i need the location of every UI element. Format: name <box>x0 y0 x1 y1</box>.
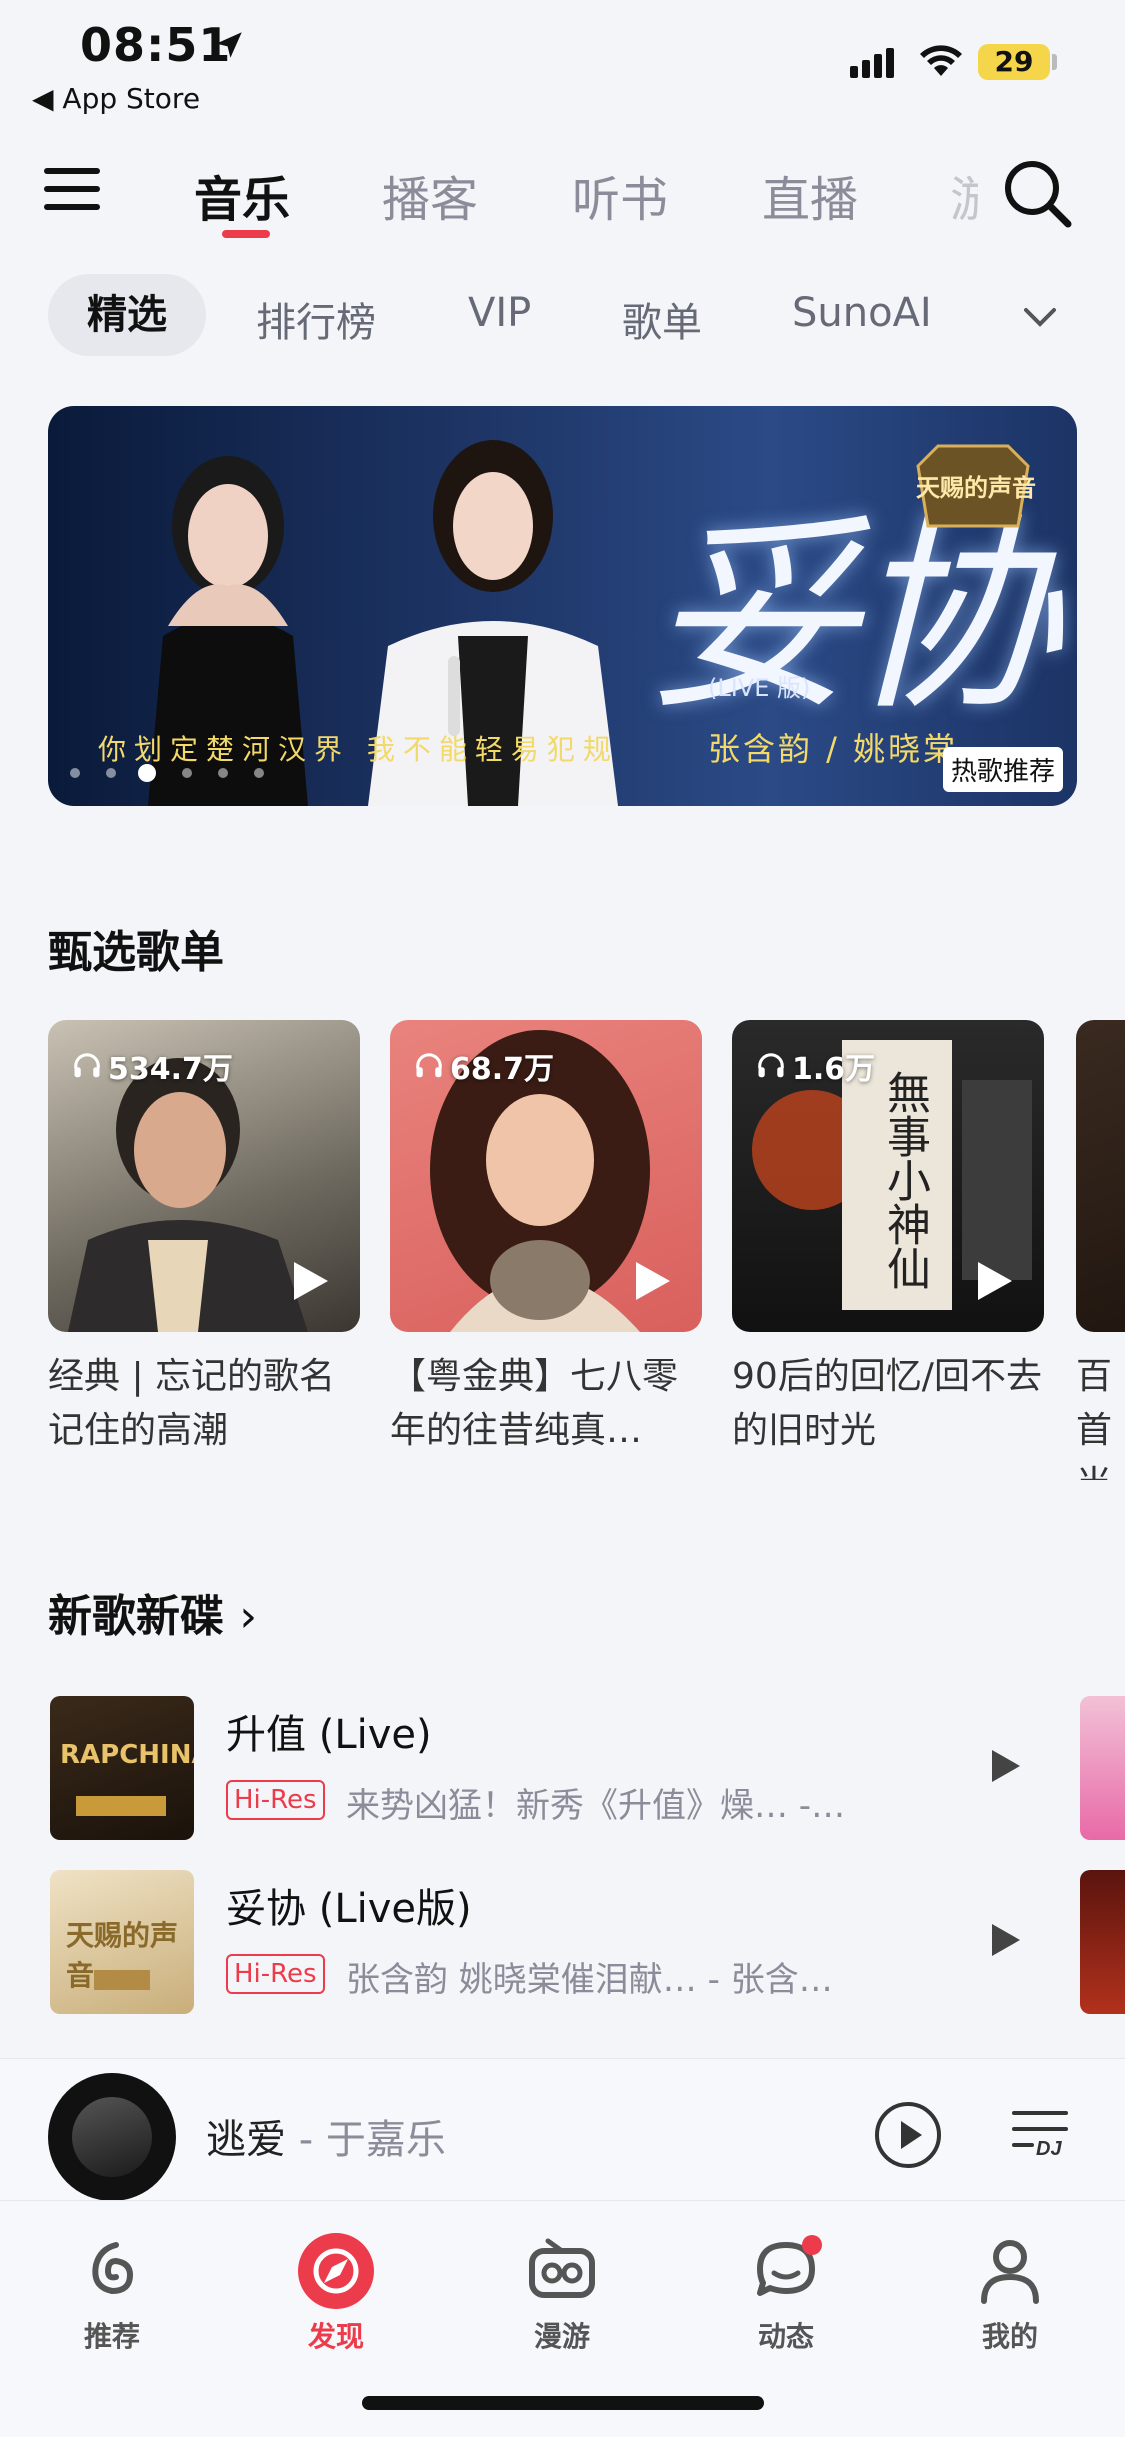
cover-strip <box>94 1970 150 1990</box>
song-cover: 天赐的声音 <box>50 1870 194 2014</box>
status-time: 08:51 <box>80 18 232 72</box>
hires-badge: Hi-Res <box>226 1954 325 1994</box>
playlist-cover: 68.7万 <box>390 1020 702 1332</box>
playlist-title: 90后的回忆/回不去的旧时光 <box>732 1356 1042 1451</box>
section-title-new-songs[interactable]: 新歌新碟 › <box>48 1580 257 1644</box>
search-icon[interactable] <box>1000 156 1074 230</box>
song-title: 升值 (Live) <box>226 1712 432 1758</box>
nav-label: 我的 <box>981 2320 1038 2353</box>
tab-games-partial[interactable]: 游 <box>950 160 978 230</box>
nav-discover[interactable]: 发现 <box>266 2231 406 2355</box>
banner-lyrics: 你划定楚河汉界 我不能轻易犯规 <box>98 733 619 766</box>
battery-cap <box>1052 54 1057 70</box>
show-logo-text: 天赐的声音 <box>916 474 1036 502</box>
play-icon[interactable] <box>968 1256 1018 1306</box>
song-subtitle: 来势凶猛！新秀《升值》燥… -… <box>346 1786 846 1826</box>
chip-featured[interactable]: 精选 <box>48 274 206 356</box>
tab-podcast[interactable]: 播客 <box>382 160 478 230</box>
carousel-dot[interactable] <box>218 768 228 778</box>
compass-icon <box>298 2233 374 2309</box>
playlist-title: 【粤金典】七八零年的往昔纯真… <box>390 1356 679 1451</box>
song-subtitle: 张含韵 姚晓棠催泪献… - 张含… <box>346 1960 833 2000</box>
banner-version: (LIVE 版) <box>708 674 811 702</box>
playlist-card-partial[interactable]: 百首当红 <box>1076 1020 1125 1480</box>
menu-icon[interactable] <box>44 164 104 214</box>
nav-recommend[interactable]: 推荐 <box>42 2231 182 2355</box>
play-count: 1.6万 <box>756 1044 875 1088</box>
tab-audiobook[interactable]: 听书 <box>572 160 668 230</box>
playlist-cover: 無事小神仙 1.6万 <box>732 1020 1044 1332</box>
song-cover: RAPCHINA <box>50 1696 194 1840</box>
now-playing-text: 逃爱 - 于嘉乐 <box>206 2107 446 2165</box>
nav-label: 推荐 <box>83 2320 140 2353</box>
chip-playlists[interactable]: 歌单 <box>622 290 702 348</box>
mini-player[interactable]: 逃爱 - 于嘉乐 DJ <box>0 2058 1125 2201</box>
chat-bubble-icon <box>757 2235 822 2296</box>
play-count: 534.7万 <box>72 1044 233 1088</box>
signal-icon <box>850 48 894 78</box>
headphones-icon <box>758 1053 784 1078</box>
next-card-peek <box>1080 1696 1125 1840</box>
tab-music[interactable]: 音乐 <box>194 160 290 230</box>
now-playing-disc[interactable] <box>48 2073 176 2201</box>
cover-text: RAPCHINA <box>60 1740 194 1770</box>
now-playing-cover <box>72 2097 152 2177</box>
song-row[interactable]: 天赐的声音 妥协 (Live版) Hi-Res 张含韵 姚晓棠催泪献… - 张含… <box>50 1870 1125 2020</box>
chip-sunoai[interactable]: SunoAI <box>792 290 932 336</box>
playlist-card[interactable]: 534.7万 经典 | 忘记的歌名记住的高潮 <box>48 1020 360 1458</box>
banner-artists: 张含韵 / 姚晓棠 <box>708 730 959 768</box>
netease-logo-icon <box>92 2242 134 2295</box>
headphones-icon <box>74 1053 100 1078</box>
play-count: 68.7万 <box>414 1044 554 1088</box>
playlist-card[interactable]: 無事小神仙 1.6万 90后的回忆/回不去的旧时光 <box>732 1020 1044 1458</box>
carousel-dot-active[interactable] <box>138 764 156 782</box>
play-icon[interactable] <box>626 1256 676 1306</box>
cover-strip <box>76 1796 166 1816</box>
svg-text:DJ: DJ <box>1036 2138 1062 2160</box>
section-title-curated: 甄选歌单 <box>48 927 224 978</box>
user-icon <box>981 2240 1039 2304</box>
headphones-icon <box>416 1053 442 1078</box>
hires-badge: Hi-Res <box>226 1780 325 1820</box>
chip-vip[interactable]: VIP <box>468 290 531 336</box>
play-icon[interactable] <box>980 1916 1028 1964</box>
playlist-card[interactable]: 68.7万 【粤金典】七八零年的往昔纯真… <box>390 1020 702 1458</box>
location-icon <box>216 32 242 58</box>
play-icon[interactable] <box>284 1256 334 1306</box>
tab-live[interactable]: 直播 <box>762 160 858 230</box>
playlist-title: 经典 | 忘记的歌名记住的高潮 <box>48 1356 336 1451</box>
home-indicator[interactable] <box>362 2396 764 2410</box>
nav-feed[interactable]: 动态 <box>716 2231 856 2355</box>
nav-label: 动态 <box>757 2320 814 2353</box>
playlist-cover <box>1076 1020 1125 1332</box>
carousel-dot[interactable] <box>182 768 192 778</box>
active-tab-indicator <box>222 230 270 238</box>
nav-label: 发现 <box>307 2320 364 2353</box>
next-card-peek <box>1080 1870 1125 2014</box>
song-row[interactable]: RAPCHINA 升值 (Live) Hi-Res 来势凶猛！新秀《升值》燥… … <box>50 1696 1125 1846</box>
carousel-dot[interactable] <box>106 768 116 778</box>
radio-icon <box>529 2238 595 2298</box>
wifi-icon <box>920 45 962 76</box>
battery-level: 29 <box>978 44 1050 80</box>
play-circle-icon[interactable] <box>872 2099 944 2171</box>
back-to-app-store[interactable]: ◀ App Store <box>32 82 200 115</box>
play-icon[interactable] <box>980 1742 1028 1790</box>
cover-calligraphy: 無事小神仙 <box>879 1070 930 1290</box>
chip-charts[interactable]: 排行榜 <box>256 290 376 348</box>
playlist-cover: 534.7万 <box>48 1020 360 1332</box>
hero-banner[interactable]: 妥协 (LIVE 版) 天赐的声音 你划定楚河汉界 我不能轻易犯规 张含韵 / … <box>48 406 1077 806</box>
playlist-title: 百首当红 <box>1076 1356 1113 1480</box>
playlist-dj-icon[interactable]: DJ <box>1010 2103 1070 2167</box>
nav-profile[interactable]: 我的 <box>940 2231 1080 2355</box>
song-title: 妥协 (Live版) <box>226 1886 472 1932</box>
chevron-down-icon[interactable] <box>1020 296 1060 336</box>
nav-label: 漫游 <box>533 2320 590 2353</box>
carousel-dot[interactable] <box>70 768 80 778</box>
now-playing-song: 逃爱 <box>206 2117 286 2163</box>
nav-roam[interactable]: 漫游 <box>492 2231 632 2355</box>
now-playing-artist: - 于嘉乐 <box>286 2117 446 2163</box>
carousel-dot[interactable] <box>254 768 264 778</box>
banner-badge: 热歌推荐 <box>942 747 1063 792</box>
